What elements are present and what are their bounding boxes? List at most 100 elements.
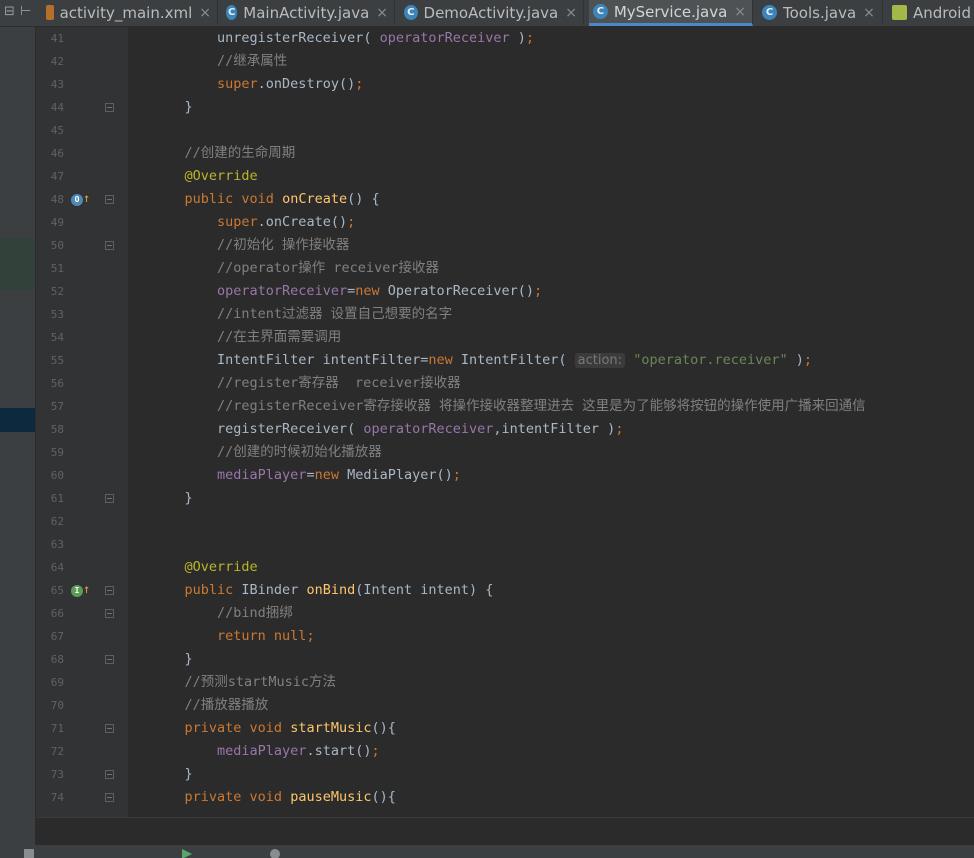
tool-window-strip [0, 0, 36, 858]
line-number: 57 [50, 400, 64, 413]
code-line: //registerReceiver寄存接收器 将操作接收器整理进去 这里是为了… [152, 395, 866, 418]
fold-icon[interactable] [105, 724, 114, 733]
line-number: 73 [50, 768, 64, 781]
code-token: ; [306, 628, 315, 644]
tab-mainactivity-java[interactable]: C MainActivity.java × [222, 0, 395, 25]
code-token: operatorReceiver [379, 30, 510, 46]
code-token: private void [184, 789, 291, 805]
code-token: //operator操作 receiver接收器 [152, 260, 439, 276]
line-number: 65 [50, 584, 64, 597]
tab-tools-java[interactable]: C Tools.java × [758, 0, 883, 25]
run-tab[interactable] [182, 849, 196, 858]
line-number: 56 [50, 377, 64, 390]
class-icon: C [762, 5, 777, 20]
code-token: mediaPlayer [217, 743, 307, 759]
close-icon[interactable]: × [863, 5, 875, 21]
code-line: //初始化 操作接收器 [152, 234, 349, 257]
code-token: } [152, 651, 193, 667]
line-number: 52 [50, 285, 64, 298]
close-icon[interactable]: × [376, 5, 388, 21]
code-token: IntentFilter intentFilter= [152, 352, 429, 368]
code-token: ; [803, 352, 813, 368]
code-line: //bind捆绑 [152, 602, 293, 625]
fold-icon[interactable] [105, 195, 114, 204]
close-icon[interactable]: × [199, 5, 211, 21]
code-token: (){ [371, 720, 396, 736]
line-number: 46 [50, 147, 64, 160]
fold-icon[interactable] [105, 586, 114, 595]
fold-icon[interactable] [105, 609, 114, 618]
code-token: ) [787, 352, 804, 368]
code-token: ; [355, 76, 364, 92]
code-token: mediaPlayer [217, 467, 307, 483]
code-token: @Override [184, 559, 258, 575]
code-line: //register寄存器 receiver接收器 [152, 372, 461, 395]
implement-method-icon[interactable]: I [71, 585, 83, 597]
line-number: 47 [50, 170, 64, 183]
tab-myservice-java[interactable]: C MyService.java × [589, 0, 753, 26]
tab-activity-main-xml[interactable]: activity_main.xml × [42, 0, 218, 25]
code-line: @Override [152, 165, 258, 188]
line-number: 42 [50, 55, 64, 68]
code-editor[interactable]: unregisterReceiver( operatorReceiver ); … [128, 27, 974, 817]
code-token: ; [534, 283, 543, 299]
todo-tab[interactable] [270, 849, 284, 858]
strip-selection [0, 408, 36, 432]
tab-android[interactable]: Android [888, 0, 974, 25]
override-method-icon[interactable]: O [71, 194, 83, 206]
code-token: startMusic [290, 720, 372, 736]
code-line: } [152, 763, 193, 786]
collapse-icon[interactable]: ⊟ [4, 4, 15, 19]
fold-icon[interactable] [105, 793, 114, 802]
tab-label: activity_main.xml [59, 3, 193, 22]
code-token: pauseMusic [290, 789, 372, 805]
code-line: } [152, 96, 193, 119]
code-line: } [152, 648, 193, 671]
android-profiler-tab[interactable] [24, 849, 38, 858]
code-token: "operator.receiver" [633, 352, 788, 368]
line-number: 44 [50, 101, 64, 114]
tab-label: DemoActivity.java [423, 3, 559, 22]
line-number: 72 [50, 745, 64, 758]
go-to-super-icon[interactable]: ↑ [83, 583, 90, 595]
fold-icon[interactable] [105, 655, 114, 664]
code-line: unregisterReceiver( operatorReceiver ); [152, 27, 534, 50]
code-line: private void startMusic(){ [152, 717, 396, 740]
line-number: 70 [50, 699, 64, 712]
code-token: super [217, 76, 258, 92]
fold-icon[interactable] [105, 103, 114, 112]
code-token: ) [509, 30, 526, 46]
code-token: .start() [306, 743, 372, 759]
code-token: public [184, 582, 242, 598]
close-icon[interactable]: × [565, 5, 577, 21]
code-token: MediaPlayer() [347, 467, 453, 483]
close-icon[interactable]: × [734, 4, 746, 20]
tab-label: Android [913, 3, 971, 22]
code-token: intentFilter ) [501, 421, 616, 437]
class-icon: C [404, 5, 418, 20]
code-line: operatorReceiver=new OperatorReceiver(); [152, 280, 542, 303]
code-line: super.onCreate(); [152, 211, 355, 234]
code-token: //intent过滤器 设置自己想要的名字 [152, 306, 453, 322]
code-line: //创建的时候初始化播放器 [152, 441, 382, 464]
code-token: = [347, 283, 356, 299]
bottom-tool-bar [0, 845, 974, 858]
code-token: IntentFilter( [460, 352, 575, 368]
code-line: mediaPlayer=new MediaPlayer(); [152, 464, 461, 487]
go-to-super-icon[interactable]: ↑ [83, 192, 90, 204]
line-number: 66 [50, 607, 64, 620]
fold-icon[interactable] [105, 241, 114, 250]
code-token: //播放器播放 [152, 697, 269, 713]
fold-icon[interactable] [105, 494, 114, 503]
code-token: //registerReceiver寄存接收器 将操作接收器整理进去 这里是为了… [152, 398, 866, 414]
code-line: super.onDestroy(); [152, 73, 363, 96]
fold-icon[interactable] [105, 770, 114, 779]
line-number: 43 [50, 78, 64, 91]
code-token: super [217, 214, 258, 230]
scroll-from-source-icon[interactable]: ⊢ [20, 4, 31, 19]
tab-demoactivity-java[interactable]: C DemoActivity.java × [400, 0, 584, 25]
